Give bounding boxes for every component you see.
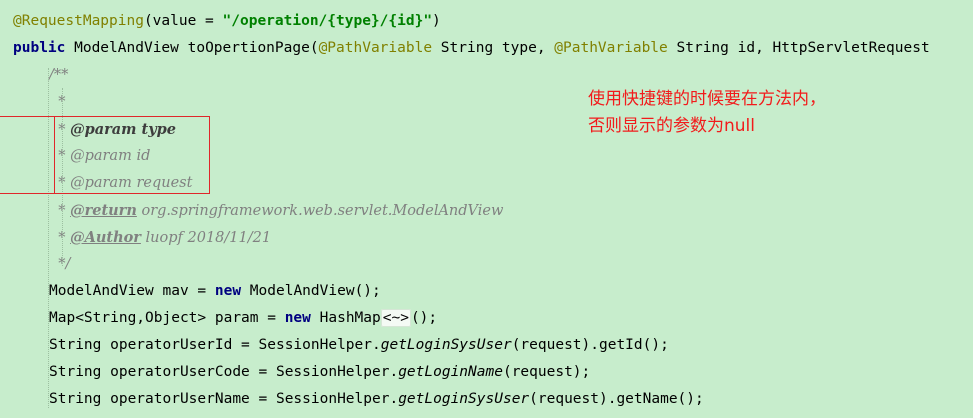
code-token: ModelAndView(); (241, 283, 381, 299)
code-token: (request).getId(); (511, 337, 669, 353)
code-token: new (284, 310, 311, 326)
code-token: (value = (143, 13, 223, 29)
code-token: @Author (70, 229, 141, 246)
line-request-mapping[interactable]: @RequestMapping(value = "/operation/{typ… (13, 8, 441, 35)
annotation-note-line-1: 使用快捷键的时候要在方法内， (588, 89, 826, 109)
code-editor[interactable]: @RequestMapping(value = "/operation/{typ… (0, 0, 973, 418)
code-token: @PathVariable (318, 40, 433, 56)
code-token: * (49, 230, 71, 246)
code-token: */ (49, 256, 71, 272)
highlight-connector (0, 116, 54, 194)
line-method-signature[interactable]: public ModelAndView toOpertionPage(@Path… (13, 35, 930, 62)
line-new-mav[interactable]: ModelAndView mav = new ModelAndView(); (49, 278, 381, 305)
code-token: ModelAndView mav = (49, 283, 215, 299)
line-doc-open[interactable]: /** (49, 62, 68, 89)
code-token: String operatorUserId = SessionHelper. (49, 337, 381, 353)
code-token: String operatorUserName = SessionHelper. (49, 391, 399, 407)
code-token: @PathVariable (554, 40, 668, 56)
code-token: "/operation/{type}/{id}" (222, 13, 433, 29)
code-token: public (13, 40, 66, 56)
code-token: Map<String,Object> param = (49, 310, 285, 326)
line-doc-close[interactable]: */ (49, 251, 70, 278)
line-operator-user-code[interactable]: String operatorUserCode = SessionHelper.… (49, 359, 590, 386)
line-doc-return[interactable]: * @return org.springframework.web.servle… (49, 197, 503, 224)
highlight-box (54, 116, 210, 194)
code-token: * (49, 203, 71, 219)
code-token: (request); (502, 364, 591, 380)
line-doc-author[interactable]: * @Author luopf 2018/11/21 (49, 224, 271, 251)
annotation-note: 使用快捷键的时候要在方法内， 否则显示的参数为null (588, 86, 826, 140)
code-token: (request).getName(); (529, 391, 704, 407)
code-token: luopf 2018/11/21 (140, 230, 272, 246)
code-token: getLoginSysUser (380, 337, 512, 353)
code-token: HashMap (310, 310, 381, 326)
code-token: String id, HttpServletRequest (667, 40, 930, 56)
annotation-note-line-2: 否则显示的参数为null (588, 116, 755, 136)
code-token: org.springframework.web.servlet.ModelAnd… (136, 203, 504, 219)
code-token: ) (432, 13, 441, 29)
code-token: getLoginSysUser (398, 391, 530, 407)
code-token: /** (49, 67, 69, 83)
code-token: @return (70, 202, 137, 219)
code-token: ModelAndView toOpertionPage( (65, 40, 319, 56)
code-token: String operatorUserCode = SessionHelper. (49, 364, 399, 380)
code-token: <~> (380, 309, 411, 327)
line-new-map[interactable]: Map<String,Object> param = new HashMap <~… (49, 305, 437, 332)
code-token: getLoginName (398, 364, 503, 380)
code-token: String type, (432, 40, 555, 56)
line-operator-user-name[interactable]: String operatorUserName = SessionHelper.… (49, 386, 704, 413)
code-token: @RequestMapping (13, 13, 144, 29)
code-token: (); (410, 310, 438, 326)
line-operator-user-id[interactable]: String operatorUserId = SessionHelper.ge… (49, 332, 669, 359)
code-token: new (214, 283, 242, 299)
